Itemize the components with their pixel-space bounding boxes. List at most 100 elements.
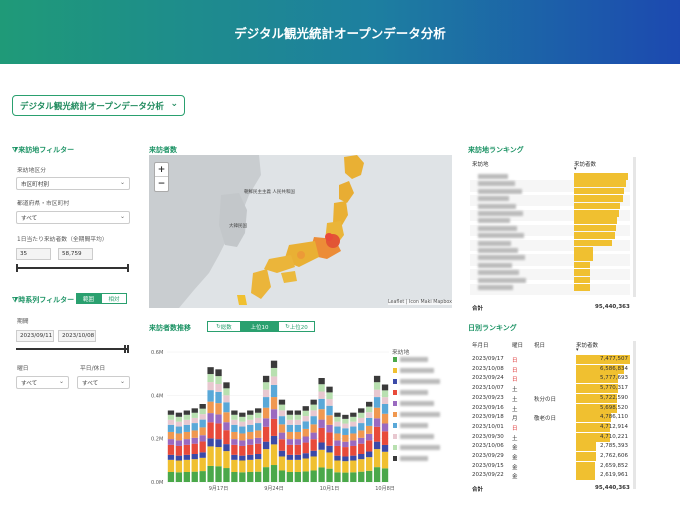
bar-segment[interactable] <box>270 435 278 445</box>
bar-segment[interactable] <box>373 441 381 450</box>
bar-segment[interactable] <box>318 442 325 450</box>
bar-segment[interactable] <box>215 369 222 377</box>
bar-segment[interactable] <box>358 459 365 472</box>
bar-segment[interactable] <box>294 444 301 455</box>
bar-segment[interactable] <box>318 419 325 428</box>
bar-segment[interactable] <box>318 384 325 392</box>
bar-segment[interactable] <box>278 432 286 440</box>
col-date-header[interactable]: 年月日 <box>472 341 489 349</box>
bar-segment[interactable] <box>294 459 301 472</box>
bar-segment[interactable] <box>270 367 278 377</box>
bar-segment[interactable] <box>278 439 286 451</box>
bar-segment[interactable] <box>167 431 175 440</box>
pref-dropdown[interactable]: すべて ⌄ <box>16 211 130 224</box>
bar-segment[interactable] <box>255 423 262 431</box>
weekday-dropdown[interactable]: すべて ⌄ <box>16 376 69 389</box>
bar-segment[interactable] <box>262 449 270 468</box>
bar-segment[interactable] <box>191 471 198 482</box>
legend-swatch[interactable] <box>393 434 397 439</box>
bar-segment[interactable] <box>373 467 381 482</box>
bar-segment[interactable] <box>294 410 301 415</box>
bar-segment[interactable] <box>366 440 373 452</box>
legend-swatch[interactable] <box>393 379 397 384</box>
bar-segment[interactable] <box>223 422 230 431</box>
legend-swatch[interactable] <box>393 357 397 362</box>
bar-segment[interactable] <box>175 460 183 473</box>
bar-segment[interactable] <box>286 424 294 432</box>
bar-segment[interactable] <box>302 471 309 482</box>
bar-segment[interactable] <box>334 426 341 434</box>
bar-segment[interactable] <box>342 456 349 462</box>
bar-segment[interactable] <box>326 415 333 425</box>
bar-segment[interactable] <box>286 459 294 472</box>
bar-segment[interactable] <box>183 454 190 460</box>
bar-segment[interactable] <box>247 414 254 420</box>
bar-segment[interactable] <box>239 460 246 473</box>
bar-segment[interactable] <box>310 404 317 411</box>
bar-segment[interactable] <box>310 416 317 425</box>
period-slider-handle[interactable] <box>124 345 126 353</box>
visitors-max-input[interactable]: 58,759 <box>58 248 93 260</box>
bar-segment[interactable] <box>373 407 381 419</box>
bar-segment[interactable] <box>278 416 286 425</box>
bar-segment[interactable] <box>183 431 190 440</box>
bar-segment[interactable] <box>342 461 349 473</box>
bar-segment[interactable] <box>350 460 357 473</box>
bar-segment[interactable] <box>175 440 183 446</box>
bar-segment[interactable] <box>373 382 381 390</box>
bar-segment[interactable] <box>366 417 373 426</box>
tab-period[interactable]: 範囲 <box>76 293 101 304</box>
bar-segment[interactable] <box>302 436 309 443</box>
bar-segment[interactable] <box>318 449 325 468</box>
bar-segment[interactable] <box>231 454 238 460</box>
bar-segment[interactable] <box>223 395 230 403</box>
bar-segment[interactable] <box>326 424 333 433</box>
ranking-row[interactable] <box>470 284 630 296</box>
col-holiday-header[interactable]: 祝日 <box>534 341 545 349</box>
bar-segment[interactable] <box>294 424 301 432</box>
bar-segment[interactable] <box>302 453 309 459</box>
bar-segment[interactable] <box>223 412 230 423</box>
bar-segment[interactable] <box>223 430 230 445</box>
bar-segment[interactable] <box>262 397 270 408</box>
bar-segment[interactable] <box>278 404 286 411</box>
ranking-scrollbar[interactable] <box>633 157 636 297</box>
bar-segment[interactable] <box>255 454 262 460</box>
bar-segment[interactable] <box>373 397 381 408</box>
daily-row[interactable]: 2023/09/22 金 2,619,961 <box>470 471 630 482</box>
bar-segment[interactable] <box>207 401 214 414</box>
bar-segment[interactable] <box>270 360 278 368</box>
bar-segment[interactable] <box>183 414 190 420</box>
bar-segment[interactable] <box>310 399 317 405</box>
bar-segment[interactable] <box>278 424 286 433</box>
bar-segment[interactable] <box>310 432 317 440</box>
bar-segment[interactable] <box>215 391 222 404</box>
bar-segment[interactable] <box>207 382 214 391</box>
bar-segment[interactable] <box>191 412 198 418</box>
bar-segment[interactable] <box>167 414 175 420</box>
tab-top10[interactable]: 上位10 <box>241 321 278 332</box>
bar-segment[interactable] <box>167 419 175 425</box>
bar-segment[interactable] <box>334 416 341 422</box>
bar-segment[interactable] <box>167 410 175 415</box>
bar-segment[interactable] <box>366 406 373 413</box>
bar-segment[interactable] <box>207 422 214 439</box>
bar-segment[interactable] <box>318 409 325 420</box>
bar-segment[interactable] <box>310 410 317 417</box>
bar-segment[interactable] <box>286 414 294 420</box>
bar-segment[interactable] <box>183 471 190 482</box>
bar-segment[interactable] <box>350 433 357 441</box>
bar-segment[interactable] <box>350 421 357 427</box>
bar-segment[interactable] <box>270 465 278 482</box>
bar-segment[interactable] <box>231 471 238 482</box>
bar-segment[interactable] <box>175 421 183 427</box>
bar-segment[interactable] <box>381 397 389 404</box>
bar-segment[interactable] <box>175 472 183 482</box>
bar-segment[interactable] <box>294 419 301 425</box>
bar-segment[interactable] <box>286 419 294 425</box>
bar-segment[interactable] <box>350 445 357 456</box>
col-dow-header[interactable]: 曜日 <box>512 341 523 349</box>
bar-segment[interactable] <box>223 451 230 469</box>
bar-segment[interactable] <box>334 433 341 441</box>
bar-segment[interactable] <box>373 418 381 427</box>
